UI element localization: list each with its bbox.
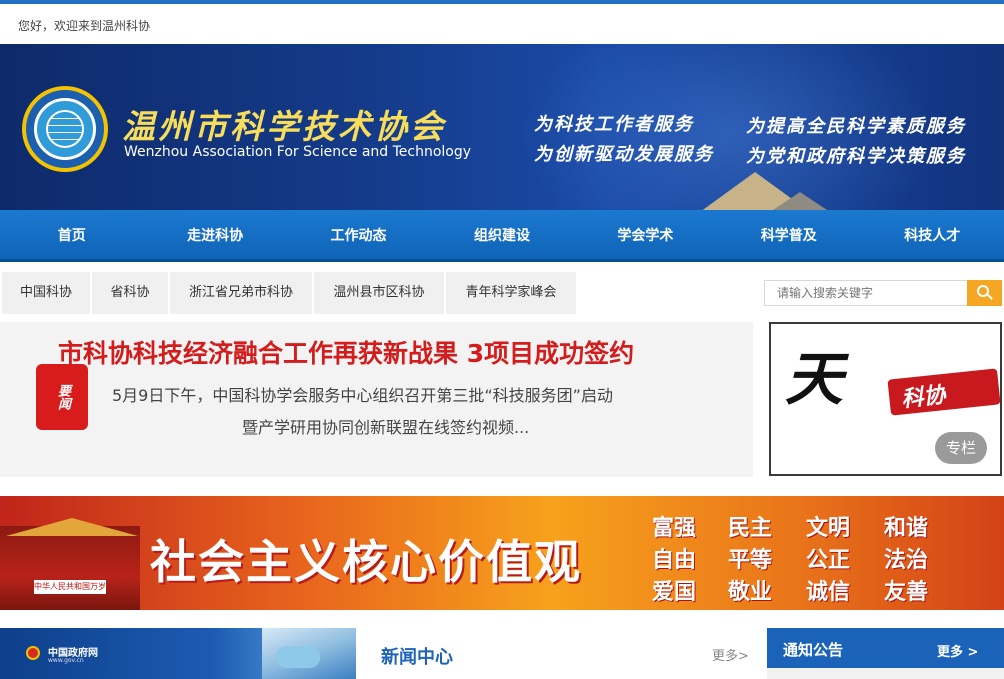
value-word: 法治 — [884, 547, 929, 573]
core-values-title: 社会主义核心价值观 — [150, 535, 582, 589]
gov-site-url: www.gov.cn — [48, 657, 84, 664]
column-tag: 专栏 — [935, 432, 987, 464]
slogan-4: 为党和政府科学决策服务 — [746, 146, 966, 167]
value-word: 公正 — [806, 547, 851, 573]
gov-banner[interactable]: 中国政府网 www.gov.cn — [0, 628, 356, 679]
headline-summary-line1: 5月9日下午，中国科协学会服务中心组织召开第三批“科技服务团”启动 — [112, 386, 613, 405]
nav-item-home[interactable]: 首页 — [0, 210, 143, 259]
value-word: 和谐 — [884, 515, 929, 541]
headline-news[interactable]: 市科协科技经济融合工作再获新战果 3项目成功签约 要闻 5月9日下午，中国科协学… — [0, 322, 753, 477]
link-cast[interactable]: 中国科协 — [2, 272, 90, 314]
value-word: 自由 — [652, 547, 697, 573]
tiananmen-plaque: 中华人民共和国万岁 — [34, 580, 106, 594]
red-brush-stroke: 科协 — [887, 368, 1000, 416]
welcome-text: 您好，欢迎来到温州科协 — [18, 19, 151, 33]
headline-title[interactable]: 市科协科技经济融合工作再获新战果 3项目成功签约 — [58, 334, 634, 370]
face-mask-shape — [276, 646, 320, 668]
slogan-2: 为提高全民科学素质服务 — [746, 116, 966, 137]
association-logo[interactable] — [22, 86, 108, 172]
main-nav: 首页 走进科协 工作动态 组织建设 学会学术 科学普及 科技人才 — [0, 210, 1004, 262]
national-emblem-icon — [26, 646, 40, 660]
red-brush-text: 科协 — [900, 381, 947, 413]
important-news-seal: 要闻 — [36, 364, 88, 430]
nav-item-science-popularization[interactable]: 科学普及 — [717, 210, 860, 259]
value-word: 诚信 — [806, 579, 851, 605]
link-province-cast[interactable]: 省科协 — [92, 272, 168, 314]
notice-more-link[interactable]: 更多 > — [937, 641, 978, 660]
notice-list-preview — [767, 668, 1004, 679]
value-word: 平等 — [728, 547, 773, 573]
core-values-banner[interactable]: 中华人民共和国万岁 社会主义核心价值观 富强 民主 文明 和谐 自由 平等 公正… — [0, 496, 1004, 610]
nav-item-news[interactable]: 工作动态 — [287, 210, 430, 259]
slogan-1: 为科技工作者服务 — [534, 114, 694, 135]
search-button[interactable] — [967, 280, 1002, 306]
nav-item-talent[interactable]: 科技人才 — [861, 210, 1004, 259]
org-name-en: Wenzhou Association For Science and Tech… — [124, 144, 472, 160]
banner-mountain-small — [770, 192, 830, 210]
value-word: 爱国 — [652, 579, 697, 605]
globe-icon — [46, 110, 84, 148]
top-bar: 您好，欢迎来到温州科协 — [0, 0, 1004, 44]
tiananmen-roof — [6, 518, 138, 536]
value-word: 民主 — [728, 515, 773, 541]
slogan-3: 为创新驱动发展服务 — [534, 144, 714, 165]
news-center-title[interactable]: 新闻中心 — [381, 643, 453, 669]
link-young-scientist-summit[interactable]: 青年科学家峰会 — [446, 272, 576, 314]
notice-panel: 通知公告 更多 > — [767, 628, 1004, 679]
value-word: 敬业 — [728, 579, 773, 605]
tiananmen-image — [0, 526, 140, 610]
value-word: 文明 — [806, 515, 851, 541]
calligraphy-text: 天 — [785, 345, 844, 413]
nav-item-organization[interactable]: 组织建设 — [430, 210, 573, 259]
search-icon-handle — [987, 294, 993, 300]
notice-title[interactable]: 通知公告 — [783, 639, 843, 660]
search-input[interactable] — [764, 280, 968, 306]
link-sister-city-cast[interactable]: 浙江省兄弟市科协 — [170, 272, 312, 314]
header-banner: 温州市科学技术协会 Wenzhou Association For Scienc… — [0, 44, 1004, 210]
link-county-cast[interactable]: 温州县市区科协 — [314, 272, 444, 314]
news-more-link[interactable]: 更多> — [712, 645, 749, 664]
nav-item-academic[interactable]: 学会学术 — [574, 210, 717, 259]
headline-summary-line2: 暨产学研用协同创新联盟在线签约视频... — [242, 418, 530, 437]
org-name-cn: 温州市科学技术协会 — [122, 107, 446, 146]
value-word: 友善 — [884, 579, 929, 605]
value-word: 富强 — [652, 515, 697, 541]
nav-item-about[interactable]: 走进科协 — [143, 210, 286, 259]
column-banner[interactable]: 天 科协 专栏 — [769, 322, 1002, 476]
